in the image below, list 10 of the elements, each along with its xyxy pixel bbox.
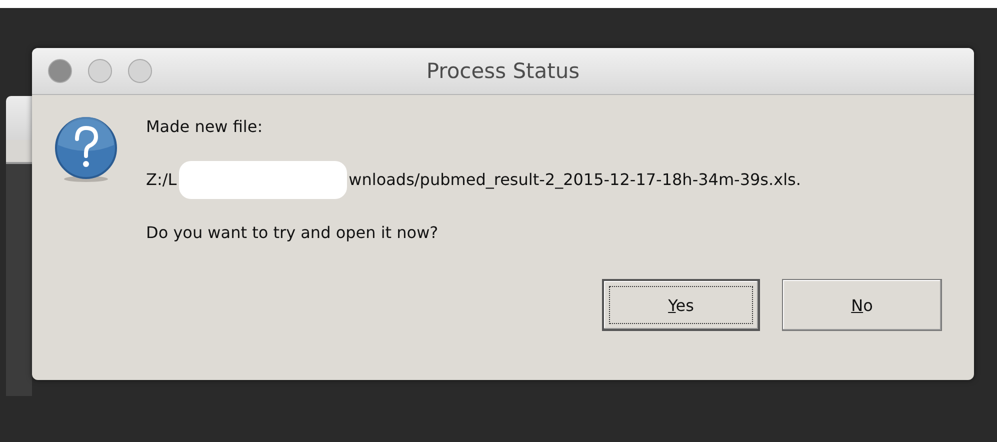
dialog-button[interactable]: Yes	[602, 279, 760, 331]
path-text: wnloads/pubmed_result-2_2015-12-17-18h-34m-39s.xls.	[348, 170, 801, 190]
dialog-button[interactable]: No	[782, 279, 942, 331]
message-text: Made new file:	[146, 117, 264, 137]
path-text: Z:/L	[146, 170, 177, 190]
question-text: Do you want to try and open it now?	[146, 223, 440, 243]
close-icon[interactable]	[48, 59, 72, 83]
window-title: Process Status	[426, 59, 580, 83]
minimize-icon[interactable]	[88, 59, 112, 83]
maximize-icon[interactable]	[128, 59, 152, 83]
